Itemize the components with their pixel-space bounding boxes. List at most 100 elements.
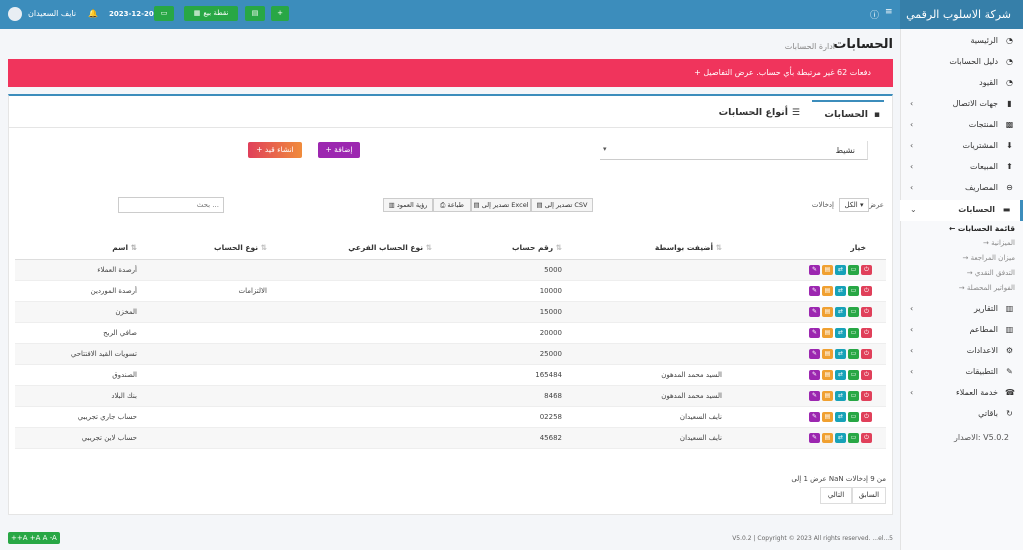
transfer-icon[interactable]: ⇄ (835, 306, 846, 317)
info-icon[interactable]: ⓘ (870, 8, 879, 21)
pos-button[interactable]: ▦ نقطة بيع (184, 6, 238, 21)
edit-icon[interactable]: ✎ (809, 327, 820, 338)
plus-circle-icon[interactable]: + (271, 6, 289, 21)
power-icon[interactable]: ⏻ (861, 285, 872, 296)
sidebar-item-contacts[interactable]: ‹ ▮ جهات الاتصال (900, 94, 1023, 115)
user-avatar[interactable] (8, 7, 22, 21)
bell-icon[interactable]: 🔔 (88, 9, 98, 18)
export-csv-button[interactable]: ▤ تصدير إلى CSV (531, 198, 593, 212)
cubes-icon: ▩ (1005, 120, 1014, 129)
transfer-icon[interactable]: ⇄ (835, 348, 846, 359)
transfer-icon[interactable]: ⇄ (835, 285, 846, 296)
power-icon[interactable]: ⏻ (861, 411, 872, 422)
edit-icon[interactable]: ✎ (809, 306, 820, 317)
transfer-icon[interactable]: ⇄ (835, 264, 846, 275)
sidebar-item-reports[interactable]: ‹ ▥ التقارير (900, 299, 1023, 320)
print-button[interactable]: ⎙ طباعة (433, 198, 471, 212)
edit-icon[interactable]: ✎ (809, 432, 820, 443)
sidebar-item-accounts[interactable]: ⌄ ▬ الحسابات (900, 200, 1023, 221)
col-header-number[interactable]: رقم حساب ⇅ (440, 237, 570, 260)
power-icon[interactable]: ⏻ (861, 264, 872, 275)
status-select[interactable]: نشيط ▾ (600, 141, 868, 160)
sidebar-item-sales[interactable]: ‹ ⬆ المبيعات (900, 157, 1023, 178)
sidebar-item-my-packages[interactable]: ↻ باقاتي (900, 404, 1023, 425)
ledger-icon[interactable]: ▤ (822, 390, 833, 401)
tab-accounts[interactable]: ▪ الحسابات (812, 100, 884, 126)
sidebar-subitem-accounts-list[interactable]: ← قائمة الحسابات (900, 222, 1023, 235)
ledger-icon[interactable]: ▤ (822, 369, 833, 380)
transfer-icon[interactable]: ⇄ (835, 369, 846, 380)
col-header-added-by[interactable]: أضيفت بواسطة ⇅ (570, 237, 730, 260)
edit-icon[interactable]: ✎ (809, 348, 820, 359)
col-header-name[interactable]: اسم ⇅ (15, 237, 145, 260)
font-decrease-button[interactable]: -A (50, 534, 57, 542)
power-icon[interactable]: ⏻ (861, 432, 872, 443)
user-name[interactable]: نايف السعيدان (28, 9, 76, 18)
sidebar-subitem-collected-invoices[interactable]: → الفواتير المحصلة (900, 282, 1023, 295)
font-increase-2-button[interactable]: ++A (11, 534, 28, 542)
sidebar-item-entries[interactable]: ◔ القيود (900, 73, 1023, 94)
sidebar-subitem-trial-balance[interactable]: → ميزان المراجعة (900, 252, 1023, 265)
power-icon[interactable]: ⏻ (861, 327, 872, 338)
font-increase-button[interactable]: +A (30, 534, 41, 542)
export-excel-button[interactable]: ▤ تصدير إلى Excel (471, 198, 531, 212)
deposit-icon[interactable]: ▭ (848, 348, 859, 359)
ledger-icon[interactable]: ▤ (822, 348, 833, 359)
transfer-icon[interactable]: ⇄ (835, 411, 846, 422)
edit-icon[interactable]: ✎ (809, 369, 820, 380)
add-button[interactable]: + إضافة (318, 142, 360, 158)
deposit-icon[interactable]: ▭ (848, 264, 859, 275)
sidebar-item-customer-service[interactable]: ‹ ☎ خدمة العملاء (900, 383, 1023, 404)
sidebar-item-purchases[interactable]: ‹ ⬇ المشتريات (900, 136, 1023, 157)
brand-name[interactable]: شركة الاسلوب الرقمي (900, 0, 1023, 29)
sidebar-item-expenses[interactable]: ‹ ⊖ المصاريف (900, 178, 1023, 199)
sidebar-item-products[interactable]: ‹ ▩ المنتجات (900, 115, 1023, 136)
edit-icon[interactable]: ✎ (809, 285, 820, 296)
font-reset-button[interactable]: A (43, 534, 48, 542)
create-entry-button[interactable]: + انشاء قيد (248, 142, 302, 158)
sidebar-item-chart-of-accounts[interactable]: ◔ دليل الحسابات (900, 52, 1023, 73)
power-icon[interactable]: ⏻ (861, 348, 872, 359)
deposit-icon[interactable]: ▭ (848, 432, 859, 443)
page-length-select[interactable]: الكل ▾ (839, 198, 869, 212)
deposit-icon[interactable]: ▭ (848, 411, 859, 422)
deposit-icon[interactable]: ▭ (848, 306, 859, 317)
sidebar-item-restaurants[interactable]: ‹ ▥ المطاعم (900, 320, 1023, 341)
transfer-icon[interactable]: ⇄ (835, 327, 846, 338)
money-icon[interactable]: ▭ (154, 6, 174, 21)
column-visibility-button[interactable]: ▥ رؤية العمود (383, 198, 433, 212)
sidebar-item-home[interactable]: ◔ الرئيسية (900, 31, 1023, 52)
transfer-icon[interactable]: ⇄ (835, 390, 846, 401)
col-header-type[interactable]: نوع الحساب ⇅ (145, 237, 275, 260)
ledger-icon[interactable]: ▤ (822, 327, 833, 338)
search-input[interactable] (118, 197, 224, 213)
power-icon[interactable]: ⏻ (861, 306, 872, 317)
deposit-icon[interactable]: ▭ (848, 285, 859, 296)
sidebar-subitem-cash-flow[interactable]: → التدفق النقدي (900, 267, 1023, 280)
sidebar-item-apps[interactable]: ‹ ✎ التطبيقات (900, 362, 1023, 383)
next-page-button[interactable]: التالي (820, 487, 852, 504)
prev-page-button[interactable]: السابق (852, 487, 886, 504)
ledger-icon[interactable]: ▤ (822, 411, 833, 422)
power-icon[interactable]: ⏻ (861, 369, 872, 380)
ledger-icon[interactable]: ▤ (822, 306, 833, 317)
sidebar-subitem-balance-sheet[interactable]: → الميزانية (900, 237, 1023, 250)
col-header-subtype[interactable]: نوع الحساب الفرعي ⇅ (275, 237, 440, 260)
ledger-icon[interactable]: ▤ (822, 264, 833, 275)
tabs-divider (9, 127, 892, 128)
menu-toggle-icon[interactable]: ≡ (885, 7, 893, 17)
ledger-icon[interactable]: ▤ (822, 285, 833, 296)
ledger-icon[interactable]: ▤ (822, 432, 833, 443)
transfer-icon[interactable]: ⇄ (835, 432, 846, 443)
edit-icon[interactable]: ✎ (809, 390, 820, 401)
sidebar-item-settings[interactable]: ‹ ⚙ الاعدادات (900, 341, 1023, 362)
deposit-icon[interactable]: ▭ (848, 327, 859, 338)
tab-account-types[interactable]: ☰ أنواع الحسابات (712, 102, 802, 126)
calculator-icon[interactable]: ▤ (245, 6, 265, 21)
unlinked-payments-alert[interactable]: + دفعات 62 غير مرتبطة بأي حساب. عرض التف… (8, 59, 893, 87)
edit-icon[interactable]: ✎ (809, 411, 820, 422)
deposit-icon[interactable]: ▭ (848, 390, 859, 401)
edit-icon[interactable]: ✎ (809, 264, 820, 275)
power-icon[interactable]: ⏻ (861, 390, 872, 401)
deposit-icon[interactable]: ▭ (848, 369, 859, 380)
